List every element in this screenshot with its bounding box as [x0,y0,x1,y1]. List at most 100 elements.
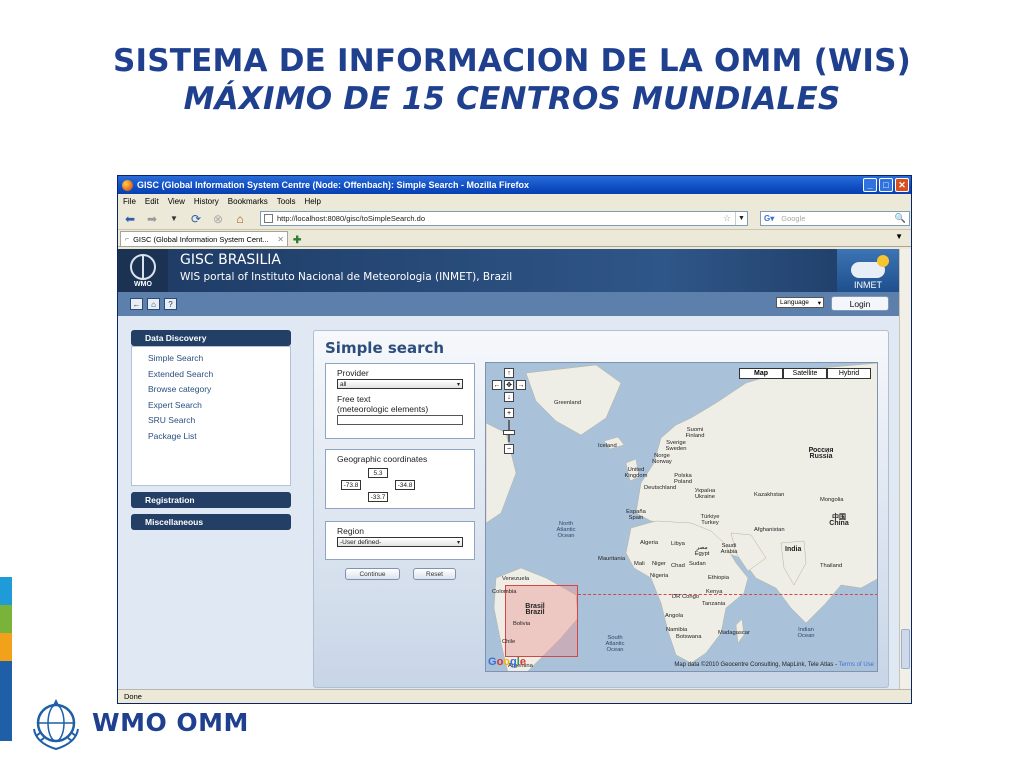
provider-box: Provider all ▾ Free text (meteorologic e… [325,363,475,439]
tab-gisc[interactable]: ⌐ GISC (Global Information System Cent..… [120,231,288,246]
sidebar-header-data-discovery[interactable]: Data Discovery [131,330,291,346]
sidebar-item-sru-search[interactable]: SRU Search [148,415,290,431]
title-bar: GISC (Global Information System Centre (… [118,176,911,194]
sidebar-item-browse-category[interactable]: Browse category [148,384,290,400]
url-bar[interactable]: http://localhost:8080/gisc/toSimpleSearc… [260,211,748,226]
provider-select-value: all [340,380,347,388]
forward-arrow-icon[interactable]: ➡ [144,211,160,227]
site-help-icon[interactable]: ? [164,298,177,310]
map-label: Libya [671,541,685,547]
tab-favicon-icon: ⌐ [125,235,130,243]
menu-bookmarks[interactable]: Bookmarks [228,197,268,206]
sidebar-item-expert-search[interactable]: Expert Search [148,400,290,416]
pan-up-icon[interactable]: ↑ [504,368,514,378]
url-dropdown-icon[interactable]: ▼ [735,212,747,225]
google-search-icon[interactable]: G▾ [761,214,777,223]
bookmark-star-icon[interactable]: ☆ [723,213,731,224]
language-select[interactable]: Language ▾ [776,297,824,308]
map-label: Indian Ocean [797,627,815,639]
reset-button[interactable]: Reset [413,568,456,580]
new-tab-icon[interactable]: ✚ [288,235,301,246]
map-type-satellite-button[interactable]: Satellite [783,368,827,379]
map-label: Kenya [706,589,723,595]
map-label: Thailand [820,563,843,569]
status-bar: Done [118,689,911,703]
zoom-in-icon[interactable]: + [504,408,514,418]
menu-edit[interactable]: Edit [145,197,159,206]
wmo-logo-icon [33,699,79,751]
sidebar-header-registration[interactable]: Registration [131,492,291,508]
continue-button[interactable]: Continue [345,568,400,580]
pan-down-icon[interactable]: ↓ [504,392,514,402]
map-label: Türkiye Turkey [700,514,720,526]
home-icon[interactable]: ⌂ [232,211,248,227]
map-label: Afghanistan [754,527,785,533]
page-favicon-icon [264,214,273,223]
map-label: Chile [502,639,516,645]
geo-coordinates-box: Geographic coordinates 5.3 -73.8 -34.8 -… [325,449,475,509]
map-label: Mali [634,561,645,567]
history-dropdown-icon[interactable]: ▼ [166,211,182,227]
chevron-down-icon: ▾ [456,381,460,388]
east-coordinate-input[interactable]: -34.8 [395,480,415,490]
search-bar[interactable]: G▾ Google 🔍 [760,211,910,226]
sidebar-item-extended-search[interactable]: Extended Search [148,369,290,385]
sidebar-item-simple-search[interactable]: Simple Search [148,353,290,369]
stop-icon[interactable]: ⊗ [210,211,226,227]
magnifier-icon[interactable]: 🔍 [895,213,909,224]
zoom-slider-thumb[interactable] [503,430,515,435]
sidebar-item-package-list[interactable]: Package List [148,431,290,447]
back-arrow-icon[interactable]: ⬅ [122,211,138,227]
pan-center-icon[interactable]: ✥ [504,380,514,390]
map-label: Algeria [640,540,659,546]
region-select[interactable]: -User defined- ▾ [337,537,463,547]
map-label: Botswana [676,634,702,640]
pan-left-icon[interactable]: ← [492,380,502,390]
terms-of-use-link[interactable]: Terms of Use [839,662,874,668]
tab-close-icon[interactable]: ✕ [277,235,284,244]
menu-view[interactable]: View [168,197,185,206]
sidebar-links: Simple Search Extended Search Browse cat… [131,346,291,486]
site-back-icon[interactable]: ← [130,298,143,310]
site-home-icon[interactable]: ⌂ [147,298,160,310]
menu-file[interactable]: File [123,197,136,206]
map-label: Iceland [598,443,617,449]
color-bar-green [0,605,12,633]
map-type-hybrid-button[interactable]: Hybrid [827,368,871,379]
map-label: 中国 China [829,514,849,527]
south-coordinate-input[interactable]: -33.7 [368,492,388,502]
reload-icon[interactable]: ⟳ [188,211,204,227]
map-label: Saudi Arabia [720,543,738,555]
site-header: WMO GISC BRASILIA WIS portal of Institut… [118,249,899,292]
maximize-button[interactable]: □ [879,178,893,192]
map-label: Niger [652,561,666,567]
free-text-input[interactable] [337,415,463,425]
zoom-out-icon[interactable]: − [504,444,514,454]
provider-select[interactable]: all ▾ [337,379,463,389]
map-view[interactable]: Map Satellite Hybrid ↑ ← ✥ → ↓ + − Green… [485,362,878,672]
region-box: Region -User defined- ▾ [325,521,475,560]
map-label: South Atlantic Ocean [605,635,625,653]
wmo-badge-label: WMO [134,280,152,288]
pan-right-icon[interactable]: → [516,380,526,390]
vertical-scrollbar[interactable] [899,249,911,691]
menu-help[interactable]: Help [304,197,320,206]
chevron-down-icon: ▾ [456,539,460,546]
west-coordinate-input[interactable]: -73.8 [341,480,361,490]
tab-list-dropdown-icon[interactable]: ▼ [895,232,903,241]
map-label: مصر Egypt [694,545,710,557]
close-button[interactable]: ✕ [895,178,909,192]
north-coordinate-input[interactable]: 5.3 [368,468,388,478]
menu-history[interactable]: History [194,197,219,206]
scrollbar-thumb[interactable] [901,629,910,669]
inmet-logo: INMET [837,249,899,292]
status-text: Done [124,692,142,701]
sidebar-header-miscellaneous[interactable]: Miscellaneous [131,514,291,530]
search-placeholder: Google [781,214,806,223]
footer-brand: WMO OMM [92,708,249,737]
map-type-map-button[interactable]: Map [739,368,783,379]
minimize-button[interactable]: _ [863,178,877,192]
site-toolbar: ← ⌂ ? Language ▾ Login [118,292,899,316]
menu-tools[interactable]: Tools [277,197,296,206]
login-button[interactable]: Login [831,296,889,311]
